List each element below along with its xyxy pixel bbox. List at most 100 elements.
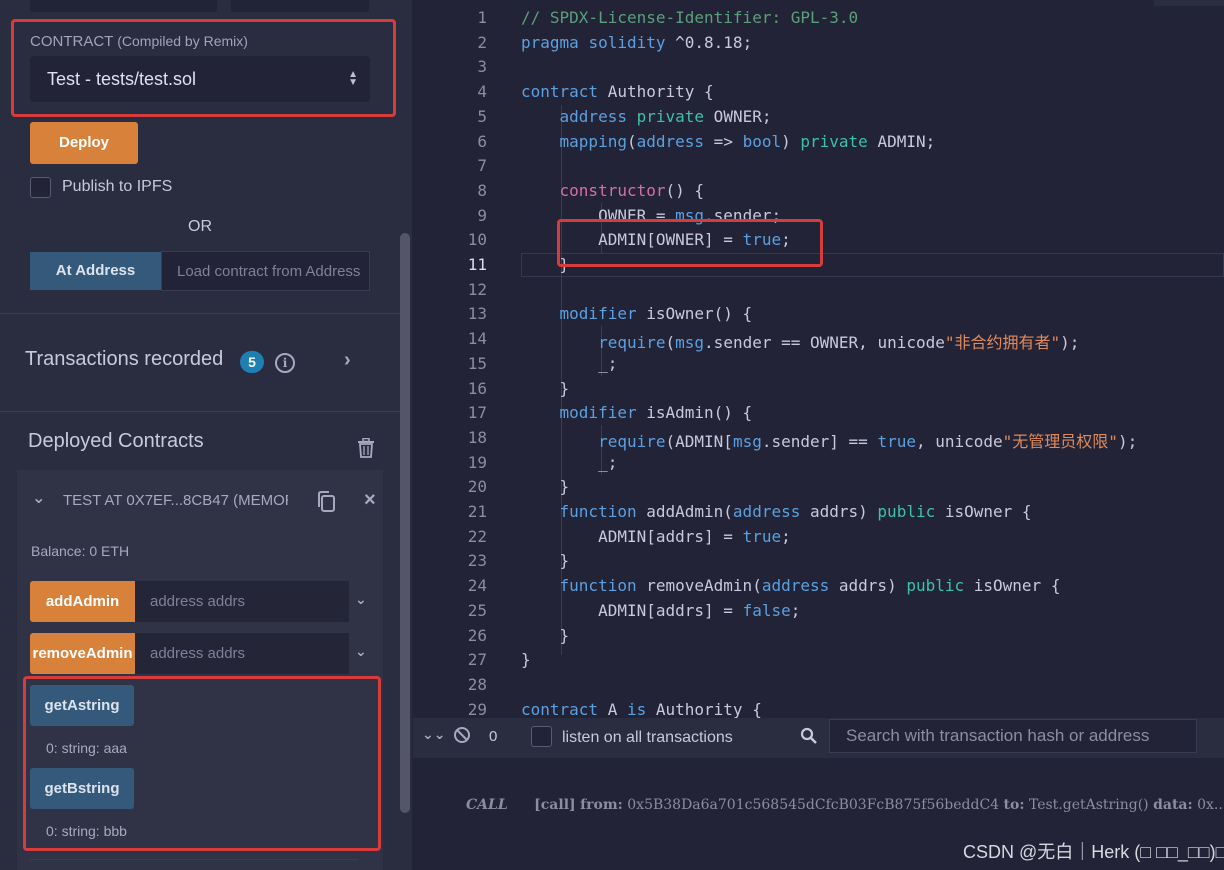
line-number: 1 — [477, 8, 487, 27]
log-data-label: data: — [1153, 797, 1193, 813]
contract-label: CONTRACT (Compiled by Remix) — [30, 33, 248, 50]
line-number: 29 — [467, 699, 487, 718]
addAdmin-button[interactable]: addAdmin — [30, 581, 135, 622]
line-number: 5 — [477, 106, 487, 126]
code-line: // SPDX-License-Identifier: GPL-3.0 — [521, 8, 859, 27]
code-line: } — [521, 255, 570, 274]
trash-icon[interactable] — [357, 438, 375, 458]
listen-all-label: listen on all transactions — [562, 729, 733, 746]
code-line: } — [521, 477, 570, 497]
code-line: modifier isOwner() { — [559, 304, 753, 324]
close-icon[interactable]: × — [364, 489, 376, 512]
editor-tab-stub — [1154, 0, 1224, 6]
line-number: 18 — [467, 427, 487, 447]
line-number: 28 — [467, 674, 487, 694]
publish-ipfs-checkbox[interactable] — [30, 177, 51, 198]
clear-icon[interactable] — [453, 726, 471, 744]
line-number: 23 — [467, 551, 487, 571]
load-contract-address-input[interactable]: Load contract from Address — [161, 251, 370, 291]
getBstring-result: 0: string: bbb — [46, 823, 127, 839]
line-number: 27 — [467, 650, 487, 670]
at-address-button[interactable]: At Address — [30, 252, 161, 290]
instance-title[interactable]: TEST AT 0X7EF...8CB47 (MEMORY) — [63, 492, 288, 509]
divider — [0, 313, 400, 314]
code-editor[interactable]: // SPDX-License-Identifier: GPL-3.0 pragm… — [413, 0, 1224, 718]
contract-select-value: Test - tests/test.sol — [47, 69, 197, 89]
removeAdmin-input[interactable]: address addrs — [135, 633, 349, 674]
transactions-count-badge: 5 — [240, 351, 264, 373]
collapse-icon[interactable]: ⌄⌄ — [422, 726, 445, 743]
log-from-label: from: — [580, 797, 623, 813]
getAstring-button[interactable]: getAstring — [30, 685, 134, 726]
getAstring-result: 0: string: aaa — [46, 740, 127, 756]
listen-all-checkbox[interactable] — [531, 726, 552, 747]
addAdmin-input[interactable]: address addrs — [135, 581, 349, 622]
pending-tx-count: 0 — [489, 728, 498, 745]
chevron-down-icon[interactable]: ⌄ — [32, 488, 45, 508]
line-number: 15 — [467, 353, 487, 373]
log-kind: [call] — [534, 797, 576, 813]
chevron-down-icon[interactable]: ⌄ — [355, 591, 367, 608]
deployed-contracts-label: Deployed Contracts — [28, 430, 204, 452]
deploy-run-panel: CONTRACT (Compiled by Remix) Test - test… — [0, 0, 412, 870]
code-line: } — [521, 650, 531, 670]
line-number: 14 — [467, 329, 487, 349]
or-label: OR — [188, 218, 212, 235]
code-line: constructor() { — [559, 180, 705, 200]
search-icon — [800, 727, 817, 744]
line-number: 25 — [467, 600, 487, 620]
code-line: } — [521, 551, 570, 571]
line-number: 4 — [477, 82, 487, 102]
code-line: function removeAdmin(address addrs) publ… — [559, 576, 1061, 596]
code-line: contract A is Authority { — [521, 699, 762, 718]
line-number: 9 — [477, 205, 487, 225]
code-line: ADMIN[addrs] = true; — [521, 526, 791, 546]
select-arrows-icon: ▲ ▼ — [348, 69, 358, 88]
code-line: function addAdmin(address addrs) public … — [559, 502, 1032, 521]
transactions-recorded-label[interactable]: Transactions recorded — [25, 348, 223, 371]
line-number: 7 — [477, 156, 487, 176]
contract-sublabel: (Compiled by Remix) — [117, 33, 248, 49]
code-line: _; — [521, 353, 618, 373]
deploy-button[interactable]: Deploy — [30, 122, 138, 164]
info-icon[interactable]: i — [275, 353, 295, 373]
chevron-down-icon[interactable]: ⌄ — [355, 643, 367, 660]
log-tag: CALL — [466, 797, 508, 813]
contract-select[interactable]: Test - tests/test.sol ▲ ▼ — [30, 56, 370, 102]
value-unit-field-stub[interactable] — [231, 0, 369, 12]
transaction-search-input[interactable]: Search with transaction hash or address — [829, 719, 1197, 753]
watermark: CSDN @无白｜Herk (□ □□_□□)□ — [963, 842, 1224, 862]
line-number: 3 — [477, 57, 487, 77]
divider — [0, 411, 400, 412]
code-line: ADMIN[addrs] = false; — [521, 600, 801, 620]
line-number: 17 — [467, 403, 487, 423]
terminal-log-entry[interactable]: CALL [call] from: 0x5B38Da6a701c568545dC… — [466, 797, 1224, 813]
log-data: 0x... — [1197, 797, 1224, 813]
code-line: } — [521, 378, 570, 398]
code-line: address private OWNER; — [559, 106, 772, 126]
publish-ipfs-label: Publish to IPFS — [62, 178, 173, 195]
log-to-label: to: — [1003, 797, 1025, 813]
line-number: 22 — [467, 526, 487, 546]
code-line: ADMIN[OWNER] = true; — [521, 230, 791, 250]
environment-field-stub[interactable] — [30, 0, 217, 12]
line-number: 12 — [467, 279, 487, 299]
line-number: 11 — [467, 255, 487, 274]
removeAdmin-button[interactable]: removeAdmin — [30, 633, 135, 674]
code-line: modifier isAdmin() { — [559, 403, 753, 423]
line-number: 24 — [467, 576, 487, 596]
code-line: } — [521, 625, 570, 645]
copy-icon[interactable] — [315, 490, 337, 514]
chevron-right-icon[interactable]: › — [344, 349, 351, 372]
code-line: OWNER = msg.sender; — [521, 205, 782, 225]
panel-scrollbar[interactable] — [400, 233, 410, 813]
contract-label-text: CONTRACT — [30, 33, 114, 50]
code-line: require(msg.sender == OWNER, unicode"非合约… — [598, 333, 1080, 353]
line-number: 8 — [477, 180, 487, 200]
log-to: Test.getAstring() — [1028, 797, 1149, 813]
line-number: 16 — [467, 378, 487, 398]
line-number: 21 — [467, 502, 487, 521]
getBstring-button[interactable]: getBstring — [30, 768, 134, 809]
active-line-highlight — [521, 253, 1224, 277]
line-number: 26 — [467, 625, 487, 645]
